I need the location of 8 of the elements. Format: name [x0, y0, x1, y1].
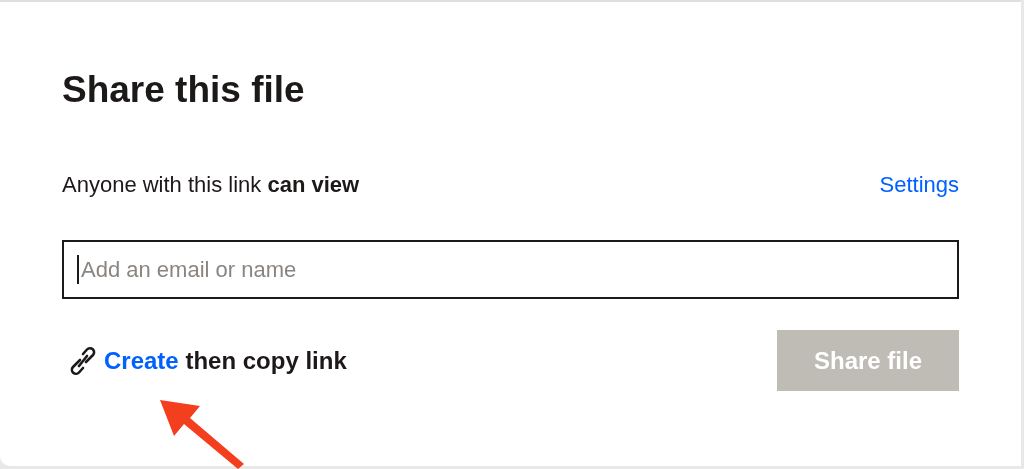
link-icon [70, 345, 96, 376]
settings-link[interactable]: Settings [879, 170, 959, 200]
dialog-title: Share this file [62, 68, 305, 112]
recipient-field[interactable]: Add an email or name [62, 240, 959, 299]
create-link[interactable]: Create [104, 346, 179, 374]
access-text: Anyone with this link can view [62, 171, 360, 199]
text-caret [77, 255, 79, 284]
create-link-text: Create then copy link [104, 345, 347, 376]
